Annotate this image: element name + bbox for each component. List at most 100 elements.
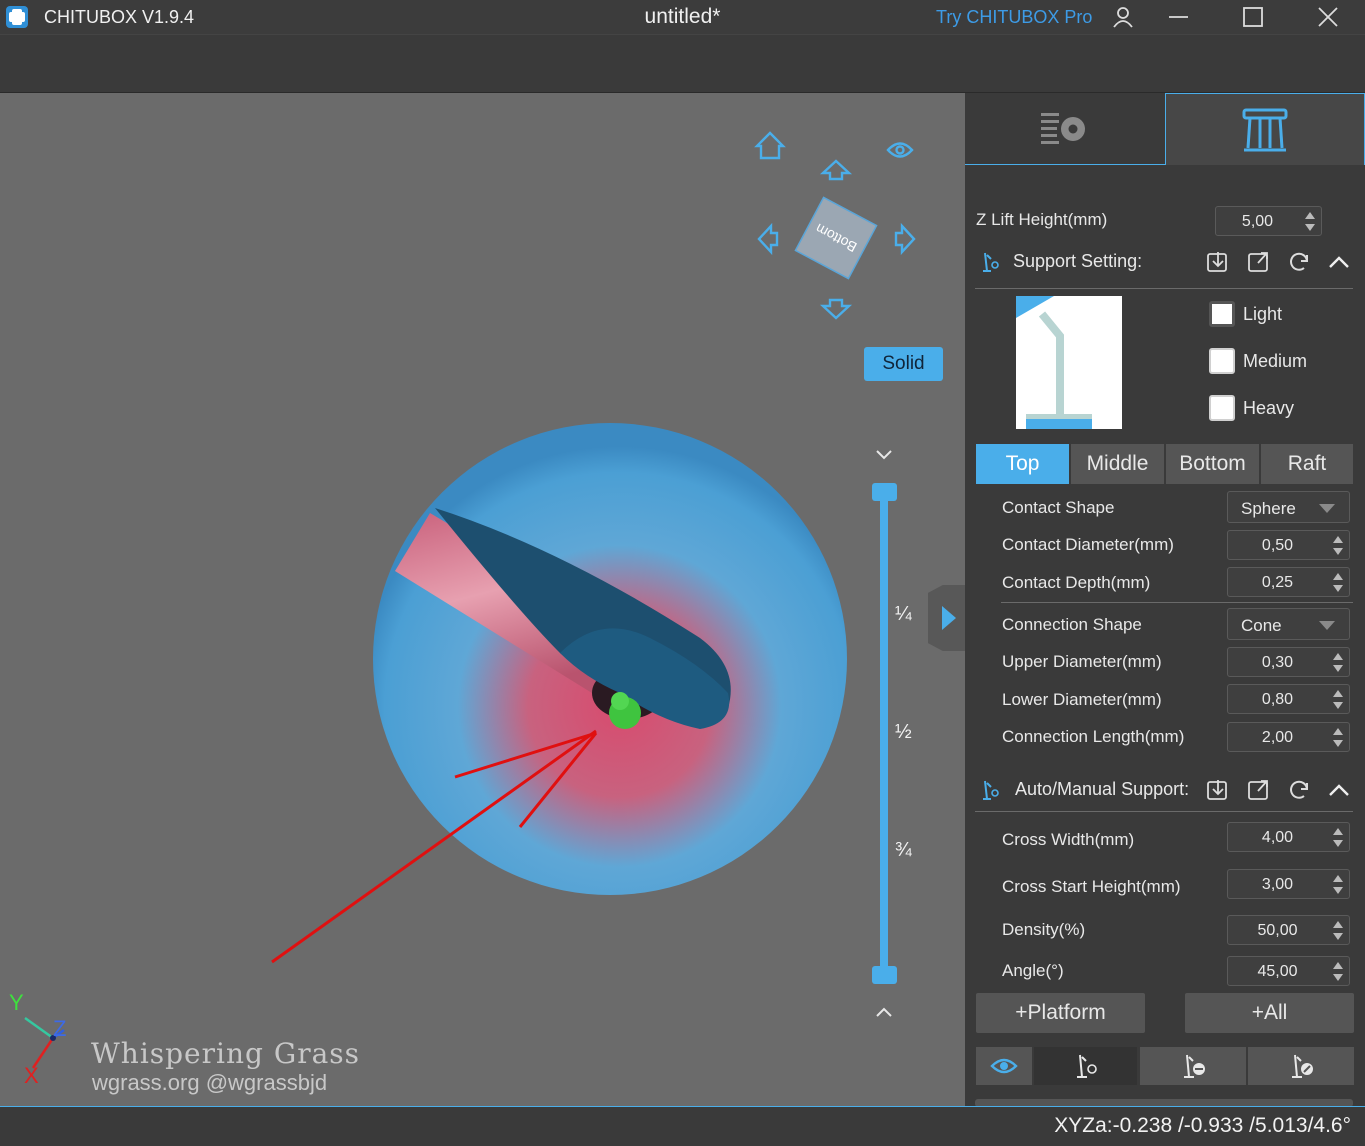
axis-gizmo: Y Z X — [9, 990, 66, 1088]
lower-diameter-stepper-icon[interactable] — [1333, 689, 1343, 711]
clear-support-tool-button[interactable] — [1248, 1047, 1354, 1085]
add-platform-supports-button[interactable]: +Platform — [976, 993, 1145, 1033]
contact-diameter-stepper-icon[interactable] — [1333, 535, 1343, 557]
density-stepper-icon[interactable] — [1333, 920, 1343, 942]
reset-auto-settings-icon[interactable] — [1286, 777, 1312, 803]
density-input[interactable]: 50,00 — [1227, 915, 1350, 945]
slider-bottom-chevron-icon[interactable] — [876, 1007, 892, 1017]
import-auto-settings-icon[interactable] — [1205, 777, 1231, 803]
lower-diameter-value: 0,80 — [1261, 691, 1294, 708]
connection-shape-value: Cone — [1241, 616, 1282, 635]
app-logo-icon — [6, 6, 28, 28]
remove-support-icon — [1184, 1054, 1205, 1078]
axis-y-label: Y — [9, 990, 24, 1015]
contact-shape-label: Contact Shape — [1002, 498, 1115, 517]
chevron-down-icon — [1319, 621, 1335, 630]
toggle-support-visibility-button[interactable] — [976, 1047, 1032, 1085]
export-settings-icon[interactable] — [1246, 249, 1272, 275]
tab-top[interactable]: Top — [976, 444, 1069, 484]
tab-middle[interactable]: Middle — [1071, 444, 1164, 484]
z-lift-label: Z Lift Height(mm) — [976, 210, 1108, 229]
collapse-chevron-up-icon[interactable] — [1326, 249, 1352, 275]
slider-track[interactable] — [880, 491, 888, 975]
angle-stepper-icon[interactable] — [1333, 961, 1343, 983]
title-bar: CHITUBOX V1.9.4 untitled* Try CHITUBOX P… — [0, 0, 1365, 34]
export-auto-settings-icon[interactable] — [1246, 777, 1272, 803]
preset-light[interactable]: Light — [1209, 301, 1349, 329]
contact-shape-value: Sphere — [1241, 499, 1296, 518]
add-support-tool-button[interactable] — [1034, 1047, 1137, 1085]
tab-bottom[interactable]: Bottom — [1166, 444, 1259, 484]
contact-depth-value: 0,25 — [1261, 574, 1294, 591]
import-settings-icon[interactable] — [1205, 249, 1231, 275]
cross-width-stepper-icon[interactable] — [1333, 827, 1343, 849]
visibility-eye-pupil — [895, 145, 905, 155]
support-preview-image — [1016, 296, 1122, 429]
panel-tabs — [965, 93, 1365, 165]
slider-top-chevron-icon[interactable] — [876, 450, 892, 460]
rotate-left-icon[interactable] — [757, 222, 779, 256]
connection-length-input[interactable]: 2,00 — [1227, 722, 1350, 752]
scene-canvas[interactable]: Bottom Y Z X — [0, 93, 965, 1106]
panel-collapse-toggle[interactable] — [928, 585, 965, 651]
connection-length-stepper-icon[interactable] — [1333, 727, 1343, 749]
contact-diameter-label: Contact Diameter(mm) — [1002, 535, 1174, 554]
cross-start-height-input[interactable]: 3,00 — [1227, 869, 1350, 899]
rotate-right-icon[interactable] — [894, 222, 916, 256]
support-setting-icon — [983, 252, 999, 272]
app-name: CHITUBOX V1.9.4 — [44, 7, 195, 27]
collapse-chevron-up-icon[interactable] — [1326, 777, 1352, 803]
preset-medium-label: Medium — [1243, 351, 1308, 371]
tab-support[interactable] — [1165, 93, 1365, 165]
upper-diameter-stepper-icon[interactable] — [1333, 652, 1343, 674]
cross-start-height-stepper-icon[interactable] — [1333, 874, 1343, 896]
preset-heavy[interactable]: Heavy — [1209, 395, 1349, 423]
preset-medium[interactable]: Medium — [1209, 348, 1349, 376]
contact-shape-select[interactable]: Sphere — [1227, 491, 1350, 523]
angle-input[interactable]: 45,00 — [1227, 956, 1350, 986]
slider-top-handle[interactable] — [872, 483, 897, 501]
remove-support-tool-button[interactable] — [1140, 1047, 1246, 1085]
support-panel: Z Lift Height(mm) 5,00 Support Setting: — [965, 93, 1365, 1107]
close-icon[interactable] — [1308, 0, 1348, 34]
tab-raft[interactable]: Raft — [1261, 444, 1353, 484]
rotate-up-icon[interactable] — [819, 159, 853, 181]
slider-bottom-handle[interactable] — [872, 966, 897, 984]
contact-depth-stepper-icon[interactable] — [1333, 572, 1343, 594]
connection-length-value: 2,00 — [1261, 729, 1294, 746]
3d-viewport[interactable]: Bottom Y Z X Solid ¼ ½ ¾ Whispering Gras… — [0, 93, 965, 1106]
add-support-icon — [1077, 1054, 1097, 1078]
render-mode-button[interactable]: Solid — [864, 347, 943, 381]
view-cube[interactable]: Bottom — [794, 196, 878, 280]
auto-manual-header: Auto/Manual Support: — [975, 769, 1353, 809]
try-pro-link[interactable]: Try CHITUBOX Pro — [936, 7, 1092, 28]
angle-value: 45,00 — [1257, 963, 1298, 980]
slider-quarter-mark: ¼ — [895, 603, 912, 625]
upper-diameter-input[interactable]: 0,30 — [1227, 647, 1350, 677]
support-setting-divider — [975, 288, 1353, 289]
rotate-down-icon[interactable] — [819, 298, 853, 320]
preset-medium-checkbox[interactable] — [1209, 348, 1235, 374]
layer-slider[interactable] — [872, 450, 897, 1017]
reset-settings-icon[interactable] — [1286, 249, 1312, 275]
tab-settings[interactable] — [965, 93, 1165, 165]
coordinate-readout: XYZa:-0.238 /-0.933 /5.013/4.6° — [1054, 1114, 1351, 1137]
minimize-icon[interactable] — [1158, 0, 1198, 34]
preset-light-checkbox[interactable] — [1209, 301, 1235, 327]
axis-z-label: Z — [53, 1016, 66, 1041]
contact-divider — [1001, 602, 1353, 603]
home-view-icon[interactable] — [754, 131, 786, 160]
lower-diameter-input[interactable]: 0,80 — [1227, 684, 1350, 714]
z-lift-stepper-icon[interactable] — [1305, 211, 1315, 233]
selected-contact-point-highlight — [611, 692, 629, 710]
user-icon[interactable] — [1103, 0, 1143, 34]
contact-depth-input[interactable]: 0,25 — [1227, 567, 1350, 597]
maximize-icon[interactable] — [1233, 0, 1273, 34]
preset-heavy-checkbox[interactable] — [1209, 395, 1235, 421]
z-lift-input[interactable]: 5,00 — [1215, 206, 1322, 236]
add-all-supports-button[interactable]: +All — [1185, 993, 1354, 1033]
connection-shape-select[interactable]: Cone — [1227, 608, 1350, 640]
chitubox-window: CHITUBOX V1.9.4 untitled* Try CHITUBOX P… — [0, 0, 1365, 1146]
contact-diameter-input[interactable]: 0,50 — [1227, 530, 1350, 560]
cross-width-input[interactable]: 4,00 — [1227, 822, 1350, 852]
